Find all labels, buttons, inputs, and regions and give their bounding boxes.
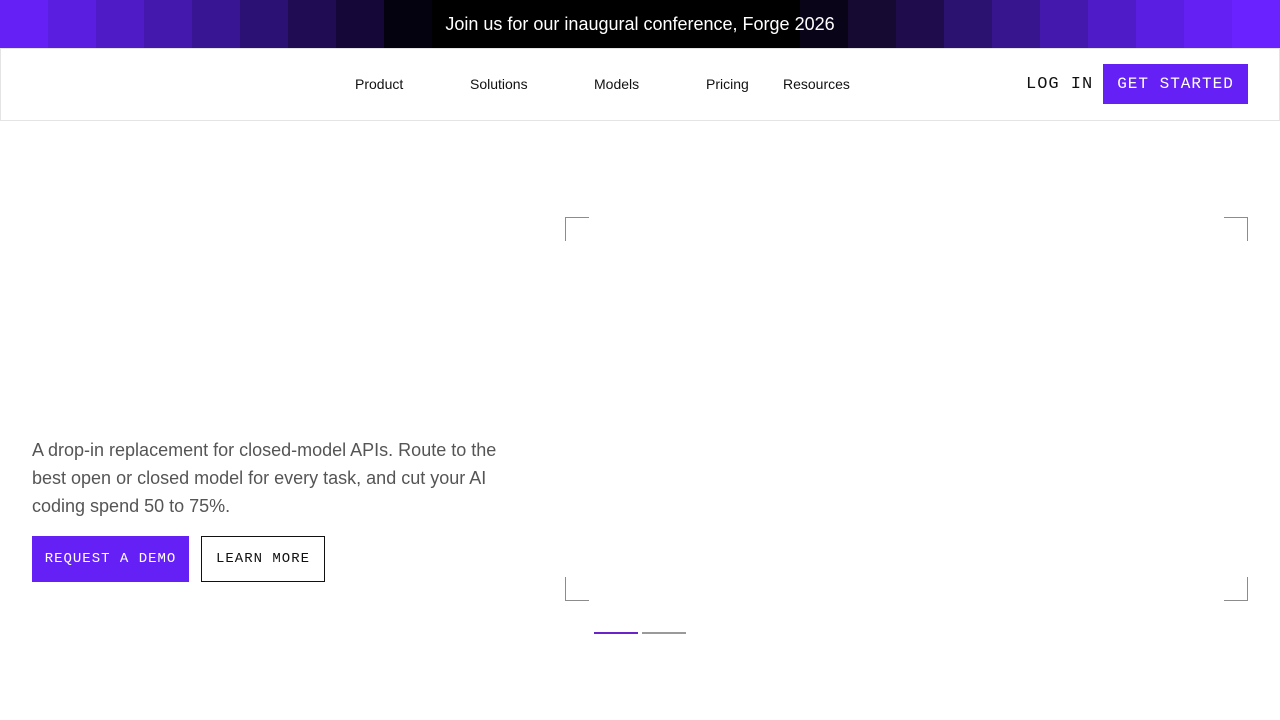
nav-link-pricing[interactable]: Pricing	[706, 76, 749, 92]
announcement-text[interactable]: Join us for our inaugural conference, Fo…	[445, 14, 834, 35]
nav-link-solutions[interactable]: Solutions	[470, 76, 528, 92]
frame-corner-bottom-left	[565, 577, 589, 601]
nav-link-product[interactable]: Product	[355, 76, 403, 92]
carousel-indicator-2[interactable]	[642, 632, 686, 634]
nav-link-models[interactable]: Models	[594, 76, 639, 92]
login-link[interactable]: LOG IN	[1026, 75, 1093, 94]
frame-corner-top-right	[1224, 217, 1248, 241]
request-demo-button[interactable]: REQUEST A DEMO	[32, 536, 189, 582]
carousel-indicator-1[interactable]	[594, 632, 638, 634]
announcement-banner[interactable]: Join us for our inaugural conference, Fo…	[0, 0, 1280, 48]
top-navigation: Product Solutions Models Pricing Resourc…	[0, 48, 1280, 121]
get-started-button[interactable]: GET STARTED	[1103, 64, 1248, 104]
nav-link-resources[interactable]: Resources	[783, 76, 850, 92]
frame-corner-top-left	[565, 217, 589, 241]
frame-corner-bottom-right	[1224, 577, 1248, 601]
learn-more-button[interactable]: LEARN MORE	[201, 536, 325, 582]
hero-description: A drop-in replacement for closed-model A…	[32, 440, 497, 516]
